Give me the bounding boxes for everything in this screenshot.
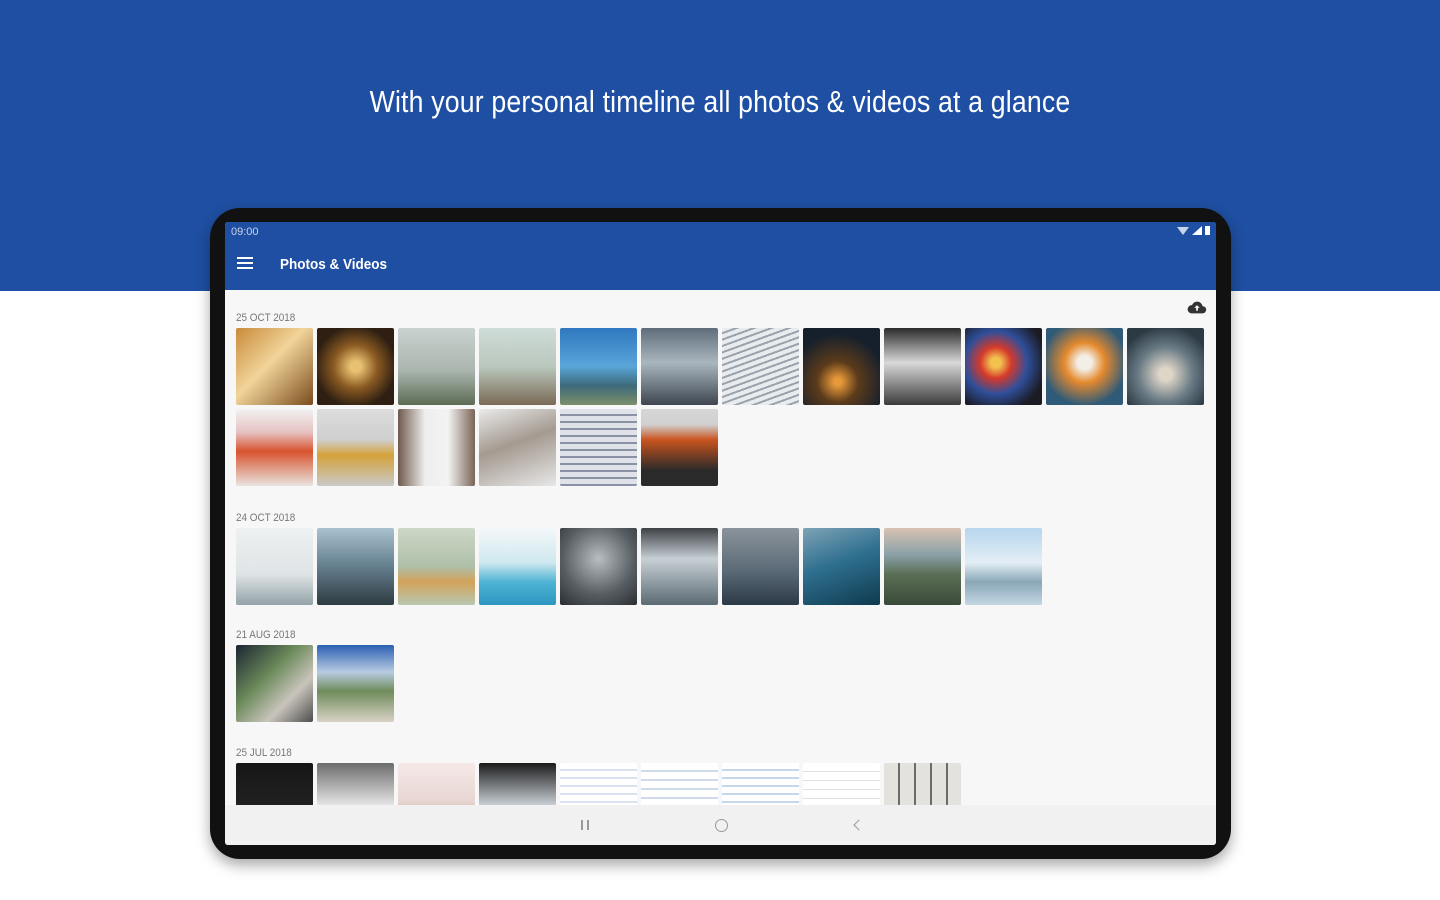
date-header: 21 AUG 2018 bbox=[236, 629, 296, 641]
photo-thumbnail[interactable] bbox=[398, 528, 475, 605]
photo-thumbnail[interactable] bbox=[317, 409, 394, 486]
recents-icon[interactable] bbox=[570, 815, 600, 835]
tablet-frame: 09:00 Photos & Videos 25 OCT 2018 24 OCT … bbox=[210, 208, 1231, 859]
app-bar: Photos & Videos bbox=[225, 242, 1216, 290]
photo-thumbnail[interactable] bbox=[479, 409, 556, 486]
wifi-icon bbox=[1177, 226, 1189, 235]
photo-thumbnail[interactable] bbox=[803, 328, 880, 405]
date-header: 25 OCT 2018 bbox=[236, 312, 296, 324]
photo-thumbnail[interactable] bbox=[1127, 328, 1204, 405]
photo-thumbnail[interactable] bbox=[722, 328, 799, 405]
status-time: 09:00 bbox=[231, 226, 259, 238]
photo-thumbnail[interactable] bbox=[641, 528, 718, 605]
home-icon[interactable] bbox=[706, 815, 736, 835]
date-header: 24 OCT 2018 bbox=[236, 512, 296, 524]
status-icons bbox=[1177, 226, 1210, 235]
photo-thumbnail[interactable] bbox=[641, 409, 718, 486]
photo-thumbnail[interactable] bbox=[965, 328, 1042, 405]
photo-thumbnail[interactable] bbox=[1046, 328, 1123, 405]
photo-thumbnail[interactable] bbox=[560, 328, 637, 405]
system-nav-bar bbox=[225, 805, 1216, 845]
thumbnail-grid bbox=[236, 645, 1204, 722]
photo-thumbnail[interactable] bbox=[884, 528, 961, 605]
photo-thumbnail[interactable] bbox=[398, 409, 475, 486]
photo-thumbnail[interactable] bbox=[560, 528, 637, 605]
photo-thumbnail[interactable] bbox=[479, 328, 556, 405]
timeline-section: 25 OCT 2018 bbox=[236, 308, 1204, 486]
photo-thumbnail[interactable] bbox=[722, 528, 799, 605]
photo-thumbnail[interactable] bbox=[965, 528, 1042, 605]
date-header: 25 JUL 2018 bbox=[236, 747, 292, 759]
photo-thumbnail[interactable] bbox=[317, 528, 394, 605]
back-icon[interactable] bbox=[842, 815, 872, 835]
app-title: Photos & Videos bbox=[280, 256, 388, 273]
photo-thumbnail[interactable] bbox=[884, 328, 961, 405]
status-bar: 09:00 bbox=[225, 222, 1216, 242]
photo-thumbnail[interactable] bbox=[236, 528, 313, 605]
photo-thumbnail[interactable] bbox=[236, 328, 313, 405]
photo-thumbnail[interactable] bbox=[398, 328, 475, 405]
timeline-section: 24 OCT 2018 bbox=[236, 508, 1204, 605]
tablet-screen: 09:00 Photos & Videos 25 OCT 2018 24 OCT … bbox=[225, 222, 1216, 845]
menu-icon[interactable] bbox=[237, 257, 253, 271]
photo-thumbnail[interactable] bbox=[317, 328, 394, 405]
photo-thumbnail[interactable] bbox=[560, 409, 637, 486]
photo-thumbnail[interactable] bbox=[317, 645, 394, 722]
signal-icon bbox=[1192, 226, 1202, 235]
photo-thumbnail[interactable] bbox=[236, 409, 313, 486]
timeline-section: 21 AUG 2018 bbox=[236, 625, 1204, 722]
thumbnail-grid bbox=[236, 528, 1204, 605]
photo-thumbnail[interactable] bbox=[641, 328, 718, 405]
photo-thumbnail[interactable] bbox=[803, 528, 880, 605]
headline: With your personal timeline all photos &… bbox=[369, 84, 1071, 119]
battery-icon bbox=[1205, 226, 1210, 235]
thumbnail-grid bbox=[236, 328, 1204, 486]
photo-thumbnail[interactable] bbox=[236, 645, 313, 722]
photo-thumbnail[interactable] bbox=[479, 528, 556, 605]
